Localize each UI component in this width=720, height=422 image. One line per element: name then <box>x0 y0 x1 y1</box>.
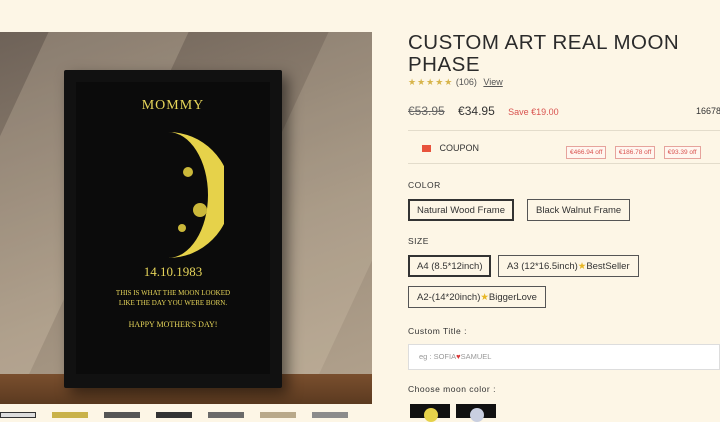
size-option-text: A3 (12*16.5inch) <box>507 261 578 272</box>
divider <box>408 130 720 131</box>
star-rating-icon: ★★★★★ <box>408 77 454 87</box>
thumbnail[interactable] <box>312 412 348 418</box>
coupon-label: COUPON <box>439 143 480 153</box>
custom-title-label: Custom Title : <box>408 326 467 336</box>
coupon-tag[interactable]: €186.78 off <box>614 146 656 159</box>
size-label: SIZE <box>408 236 429 246</box>
color-option-black-walnut[interactable]: Black Walnut Frame <box>527 199 631 221</box>
input-placeholder: eg : SOFIA <box>419 352 457 361</box>
custom-title-input[interactable]: eg : SOFIA♥SAMUEL <box>408 344 720 370</box>
thumbnail[interactable] <box>52 412 88 418</box>
thumbnail-strip <box>0 412 372 418</box>
coupon-tag[interactable]: €466.94 off <box>566 146 607 159</box>
thumbnail[interactable] <box>156 412 192 418</box>
thumbnail[interactable] <box>260 412 296 418</box>
original-price: €53.95 <box>408 104 445 118</box>
poster: MOMMY 14.10.1983 THIS IS WHAT THE MOON L… <box>76 82 270 374</box>
divider <box>408 163 720 164</box>
size-badge: BestSeller <box>586 261 630 272</box>
price-row: €53.95 €34.95 Save €19.00 <box>408 104 559 118</box>
moon-yellow-icon <box>424 408 438 422</box>
poster-date: 14.10.1983 <box>143 264 203 279</box>
size-option-a4[interactable]: A4 (8.5*12inch) <box>408 255 492 277</box>
poster-message-line: THIS IS WHAT THE MOON LOOKED <box>115 289 231 297</box>
product-image[interactable]: MOMMY 14.10.1983 THIS IS WHAT THE MOON L… <box>0 32 372 404</box>
size-option-text: A2-(14*20inch) <box>417 292 481 303</box>
coupon-tags: €466.94 off €186.78 off €93.39 off <box>566 141 705 159</box>
review-count: (106) <box>455 77 477 87</box>
coupon-tag[interactable]: €93.39 off <box>663 146 701 159</box>
moon-color-label: Choose moon color : <box>408 384 496 394</box>
coupon-icon <box>422 145 431 152</box>
size-option-text: A4 (8.5*12inch) <box>417 261 483 272</box>
moon-white-icon <box>470 408 484 422</box>
sale-price: €34.95 <box>458 104 495 118</box>
view-reviews-link[interactable]: View <box>483 77 502 87</box>
size-option-a2[interactable]: A2-(14*20inch)★BiggerLove <box>408 286 546 308</box>
size-badge: BiggerLove <box>488 292 537 303</box>
thumbnail[interactable] <box>104 412 140 418</box>
moon-phase-graphic <box>168 132 224 258</box>
rating: ★★★★★ (106) View <box>408 77 503 88</box>
star-icon: ★ <box>480 292 489 303</box>
color-label: COLOR <box>408 180 441 190</box>
poster-closing: HAPPY MOTHER'S DAY! <box>128 320 218 329</box>
sold-count: 16678 <box>696 106 720 116</box>
product-title: CUSTOM ART REAL MOON PHASE <box>408 31 680 76</box>
moon-color-swatch-yellow[interactable] <box>410 404 450 422</box>
coupon-section: COUPON <box>422 143 479 153</box>
savings-badge: Save €19.00 <box>508 107 559 117</box>
poster-name: MOMMY <box>141 98 205 113</box>
color-option-natural-wood[interactable]: Natural Wood Frame <box>408 199 514 221</box>
moon-color-swatch-white[interactable] <box>456 404 496 422</box>
poster-frame: MOMMY 14.10.1983 THIS IS WHAT THE MOON L… <box>64 70 282 388</box>
poster-message-line: LIKE THE DAY YOU WERE BORN. <box>118 299 228 307</box>
thumbnail[interactable] <box>0 412 36 418</box>
poster-message: THIS IS WHAT THE MOON LOOKED LIKE THE DA… <box>76 288 270 308</box>
size-option-a3[interactable]: A3 (12*16.5inch)★BestSeller <box>498 255 639 277</box>
thumbnail[interactable] <box>208 412 244 418</box>
input-placeholder: SAMUEL <box>460 352 492 361</box>
